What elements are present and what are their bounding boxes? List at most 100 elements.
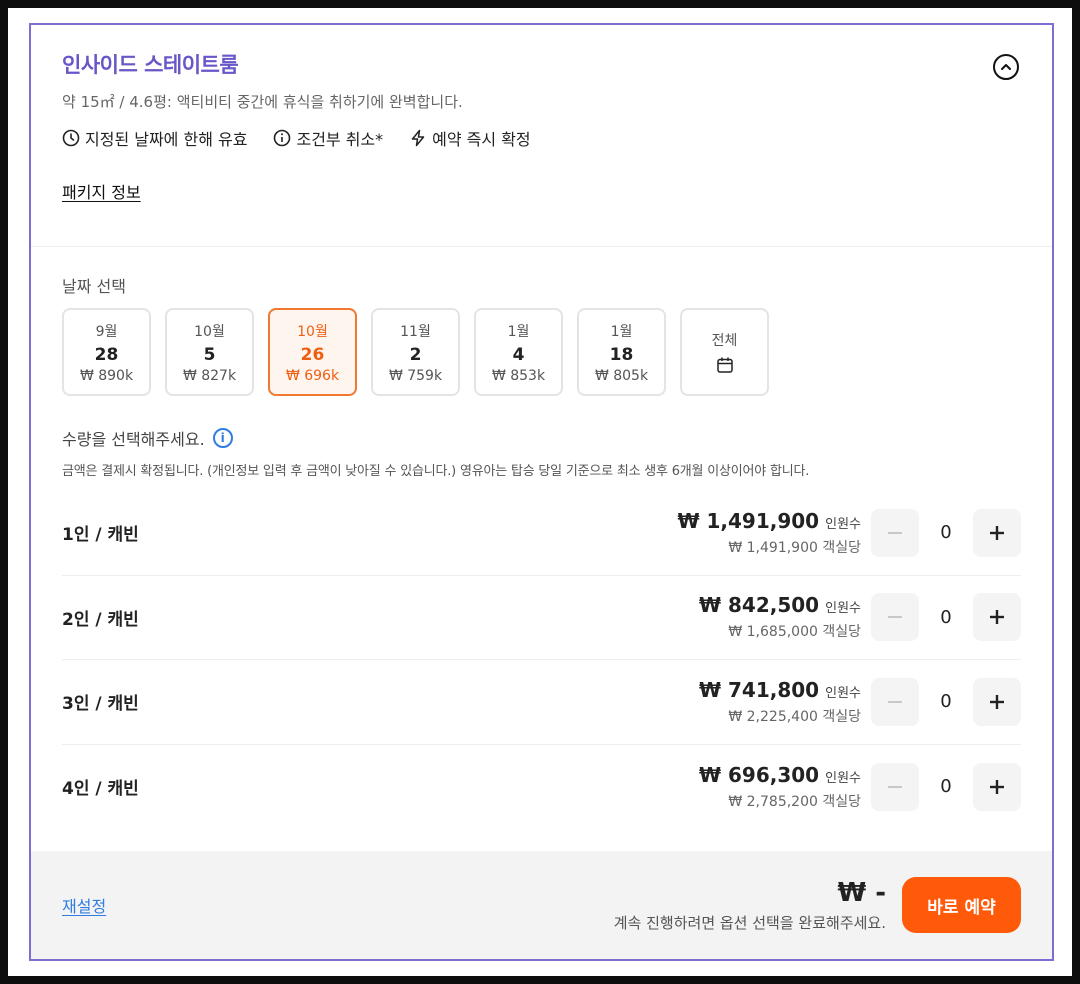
- booking-section: 날짜 선택 9월 28 ₩ 890k 10월 5 ₩ 827k 10월 26 ₩…: [31, 273, 1052, 829]
- info-icon[interactable]: i: [212, 428, 233, 448]
- date-price: ₩ 827k: [182, 367, 237, 384]
- date-day: 28: [94, 344, 119, 365]
- info-icon: [274, 129, 291, 147]
- price-per-room: ₩ 1,685,000 객실당: [728, 624, 861, 641]
- total-summary: ₩ - 계속 진행하려면 옵션 선택을 완료해주세요.: [614, 878, 886, 933]
- date-month: 10월: [194, 323, 225, 340]
- cabin-row: 4인 / 캐빈 ₩ 696,300 인원수 ₩ 2,785,200 객실당 0: [62, 745, 1021, 830]
- quantity-value: 0: [940, 776, 952, 798]
- calendar-icon: [716, 357, 733, 373]
- date-day: 2: [409, 344, 422, 365]
- cabin-prices: ₩ 696,300 인원수 ₩ 2,785,200 객실당: [699, 763, 861, 811]
- cabin-label: 3인 / 캐빈: [62, 694, 139, 715]
- room-description: 약 15㎡ / 4.6평: 액티비티 중간에 휴식을 취하기에 완벽합니다.: [62, 93, 463, 111]
- date-option[interactable]: 10월 5 ₩ 827k: [165, 308, 254, 396]
- date-list: 9월 28 ₩ 890k 10월 5 ₩ 827k 10월 26 ₩ 696k …: [62, 308, 1021, 396]
- room-option-card: 인사이드 스테이트룸 약 15㎡ / 4.6평: 액티비티 중간에 휴식을 취하…: [29, 23, 1054, 961]
- page: 인사이드 스테이트룸 약 15㎡ / 4.6평: 액티비티 중간에 휴식을 취하…: [8, 8, 1072, 976]
- decrement-button[interactable]: [871, 677, 919, 726]
- date-price: ₩ 890k: [79, 367, 134, 384]
- total-amount: ₩ -: [837, 877, 886, 908]
- minus-icon: [888, 616, 902, 619]
- feature-cancellation: 조건부 취소*: [273, 126, 383, 150]
- quantity-value: 0: [940, 522, 952, 544]
- room-title: 인사이드 스테이트룸: [62, 53, 239, 77]
- date-option[interactable]: 1월 4 ₩ 853k: [474, 308, 563, 396]
- date-day: 18: [609, 344, 634, 365]
- date-option[interactable]: 1월 18 ₩ 805k: [577, 308, 666, 396]
- plus-icon: [990, 525, 1004, 540]
- price-per-person-line: ₩ 741,800 인원수: [699, 678, 861, 702]
- cabin-row: 1인 / 캐빈 ₩ 1,491,900 인원수 ₩ 1,491,900 객실당 …: [62, 491, 1021, 576]
- cabin-prices: ₩ 1,491,900 인원수 ₩ 1,491,900 객실당: [677, 509, 861, 557]
- decrement-button[interactable]: [871, 508, 919, 557]
- all-dates-label: 전체: [711, 333, 738, 349]
- date-month: 9월: [95, 323, 118, 340]
- date-day: 5: [203, 344, 216, 365]
- decrement-button[interactable]: [871, 593, 919, 642]
- date-day: 26: [300, 344, 325, 365]
- date-option-selected[interactable]: 10월 26 ₩ 696k: [268, 308, 357, 396]
- date-price: ₩ 853k: [491, 367, 546, 384]
- cabin-row: 2인 / 캐빈 ₩ 842,500 인원수 ₩ 1,685,000 객실당 0: [62, 576, 1021, 660]
- price-per-person: ₩ 842,500: [698, 593, 820, 618]
- chevron-up-icon: [1001, 64, 1011, 70]
- quantity-stepper: 0: [871, 762, 1021, 811]
- decrement-button[interactable]: [871, 762, 919, 811]
- quantity-stepper: 0: [871, 677, 1021, 726]
- price-per-person-line: ₩ 696,300 인원수: [699, 763, 861, 787]
- cabin-label: 1인 / 캐빈: [62, 525, 139, 546]
- price-per-person: ₩ 1,491,900: [677, 508, 820, 533]
- plus-icon: [990, 694, 1004, 709]
- feature-valid-dates: 지정된 날짜에 한해 유효: [62, 126, 247, 150]
- increment-button[interactable]: [973, 593, 1021, 642]
- increment-button[interactable]: [973, 762, 1021, 811]
- date-option[interactable]: 9월 28 ₩ 890k: [62, 308, 151, 396]
- date-month: 10월: [297, 323, 328, 340]
- package-info-link[interactable]: 패키지 정보: [62, 179, 141, 203]
- per-person-unit: 인원수: [825, 601, 861, 617]
- feature-label: 지정된 날짜에 한해 유효: [85, 130, 248, 149]
- date-price: ₩ 759k: [388, 367, 443, 384]
- quantity-stepper: 0: [871, 508, 1021, 557]
- clock-icon: [62, 129, 80, 147]
- cabin-prices: ₩ 842,500 인원수 ₩ 1,685,000 객실당: [699, 593, 861, 641]
- minus-icon: [888, 700, 902, 703]
- price-per-person: ₩ 696,300: [698, 762, 820, 787]
- price-per-room: ₩ 1,491,900 객실당: [728, 539, 861, 556]
- date-select-label: 날짜 선택: [62, 277, 126, 296]
- collapse-button[interactable]: [993, 54, 1019, 80]
- increment-button[interactable]: [973, 677, 1021, 726]
- quantity-label: 수량을 선택해주세요.: [62, 430, 205, 449]
- date-option[interactable]: 11월 2 ₩ 759k: [371, 308, 460, 396]
- date-month: 11월: [400, 323, 431, 340]
- quantity-value: 0: [940, 691, 952, 713]
- cabin-label: 4인 / 캐빈: [62, 779, 139, 800]
- all-dates-button[interactable]: 전체: [680, 308, 769, 396]
- price-per-person: ₩ 741,800: [698, 677, 820, 702]
- date-price: ₩ 696k: [285, 367, 340, 384]
- per-person-unit: 인원수: [825, 516, 861, 532]
- price-per-room: ₩ 2,785,200 객실당: [728, 793, 861, 810]
- cabin-label: 2인 / 캐빈: [62, 609, 139, 630]
- price-notice: 금액은 결제시 확정됩니다. (개인정보 입력 후 금액이 낮아질 수 있습니다…: [62, 464, 810, 479]
- increment-button[interactable]: [973, 508, 1021, 557]
- feature-label: 예약 즉시 확정: [432, 130, 531, 149]
- price-per-person-line: ₩ 1,491,900 인원수: [677, 509, 861, 533]
- cabin-row: 3인 / 캐빈 ₩ 741,800 인원수 ₩ 2,225,400 객실당 0: [62, 660, 1021, 745]
- minus-icon: [888, 785, 902, 788]
- footer-message: 계속 진행하려면 옵션 선택을 완료해주세요.: [613, 913, 886, 932]
- feature-instant-confirm: 예약 즉시 확정: [409, 126, 531, 150]
- date-month: 1월: [610, 323, 633, 340]
- reset-link[interactable]: 재설정: [62, 893, 614, 917]
- per-person-unit: 인원수: [825, 770, 861, 786]
- book-now-button[interactable]: 바로 예약: [902, 877, 1021, 933]
- feature-label: 조건부 취소*: [296, 130, 384, 149]
- price-per-room: ₩ 2,225,400 객실당: [728, 708, 861, 725]
- feature-list: 지정된 날짜에 한해 유효 조건부 취소* 예약 즉시 확정: [62, 126, 1021, 150]
- per-person-unit: 인원수: [825, 685, 861, 701]
- date-month: 1월: [507, 323, 530, 340]
- room-header: 인사이드 스테이트룸 약 15㎡ / 4.6평: 액티비티 중간에 휴식을 취하…: [31, 25, 1052, 247]
- booking-footer: 재설정 ₩ - 계속 진행하려면 옵션 선택을 완료해주세요. 바로 예약: [31, 851, 1052, 959]
- quantity-stepper: 0: [871, 593, 1021, 642]
